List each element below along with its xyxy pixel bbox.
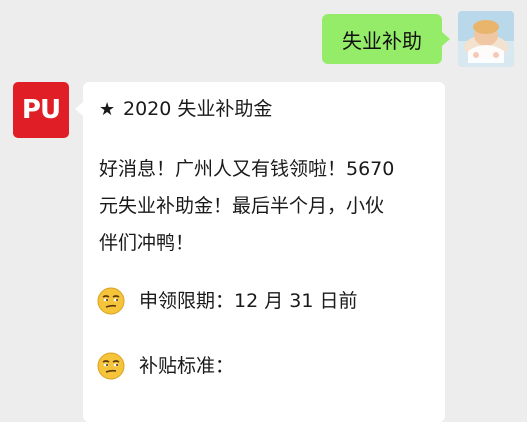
message-body-line-2: 元失业补助金！最后半个月，小伙: [99, 195, 385, 217]
subsidy-standard-item: 补贴标准：: [97, 352, 234, 380]
message-body-line-3: 伴们冲鸭！: [99, 232, 195, 254]
user-avatar[interactable]: [458, 11, 514, 67]
message-body-line-1: 好消息！广州人又有钱领啦！5670: [99, 158, 395, 180]
message-title: ★ 2020 失业补助金: [99, 96, 272, 123]
deadline-text: 申领限期：12 月 31 日前: [139, 290, 358, 312]
smirk-face-icon: [97, 352, 125, 380]
user-avatar-image: [458, 11, 514, 67]
deadline-item: 申领限期：12 月 31 日前: [97, 287, 357, 315]
subsidy-standard-text: 补贴标准：: [139, 355, 235, 377]
outgoing-message-row: 失业补助: [0, 0, 527, 80]
incoming-message-bubble[interactable]: ★ 2020 失业补助金 好消息！广州人又有钱领啦！5670 元失业补助金！最后半…: [75, 82, 445, 422]
outgoing-message-bubble[interactable]: 失业补助: [322, 14, 450, 64]
message-title-text: 2020 失业补助金: [123, 98, 273, 120]
star-icon: ★: [99, 99, 116, 120]
smirk-face-icon: [97, 287, 125, 315]
outgoing-message-text: 失业补助: [342, 28, 422, 53]
pu-avatar[interactable]: PU: [13, 82, 69, 138]
pu-avatar-text: PU: [21, 95, 61, 125]
